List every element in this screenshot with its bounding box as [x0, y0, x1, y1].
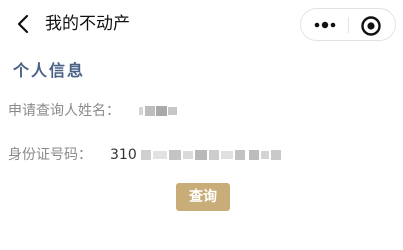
- query-button[interactable]: 查询: [176, 183, 230, 211]
- name-label: 申请查询人姓名：: [8, 103, 120, 119]
- screen: 我的不动产 个人信息 申请查询人姓名： 身份证号码： 310 查询: [0, 0, 403, 250]
- capsule-divider: [348, 17, 349, 33]
- id-number-prefix: 310: [110, 147, 137, 163]
- id-number-value: 310: [110, 145, 281, 165]
- more-dots-icon[interactable]: [311, 16, 339, 34]
- target-close-icon[interactable]: [360, 15, 382, 37]
- chevron-left-icon[interactable]: [12, 12, 36, 36]
- name-value-redacted: [139, 106, 177, 116]
- section-title: 个人信息: [13, 61, 86, 80]
- page-title: 我的不动产: [45, 14, 130, 34]
- id-number-redacted: [140, 150, 281, 160]
- menu-capsule: [300, 8, 396, 41]
- id-number-label: 身份证号码：: [8, 147, 92, 163]
